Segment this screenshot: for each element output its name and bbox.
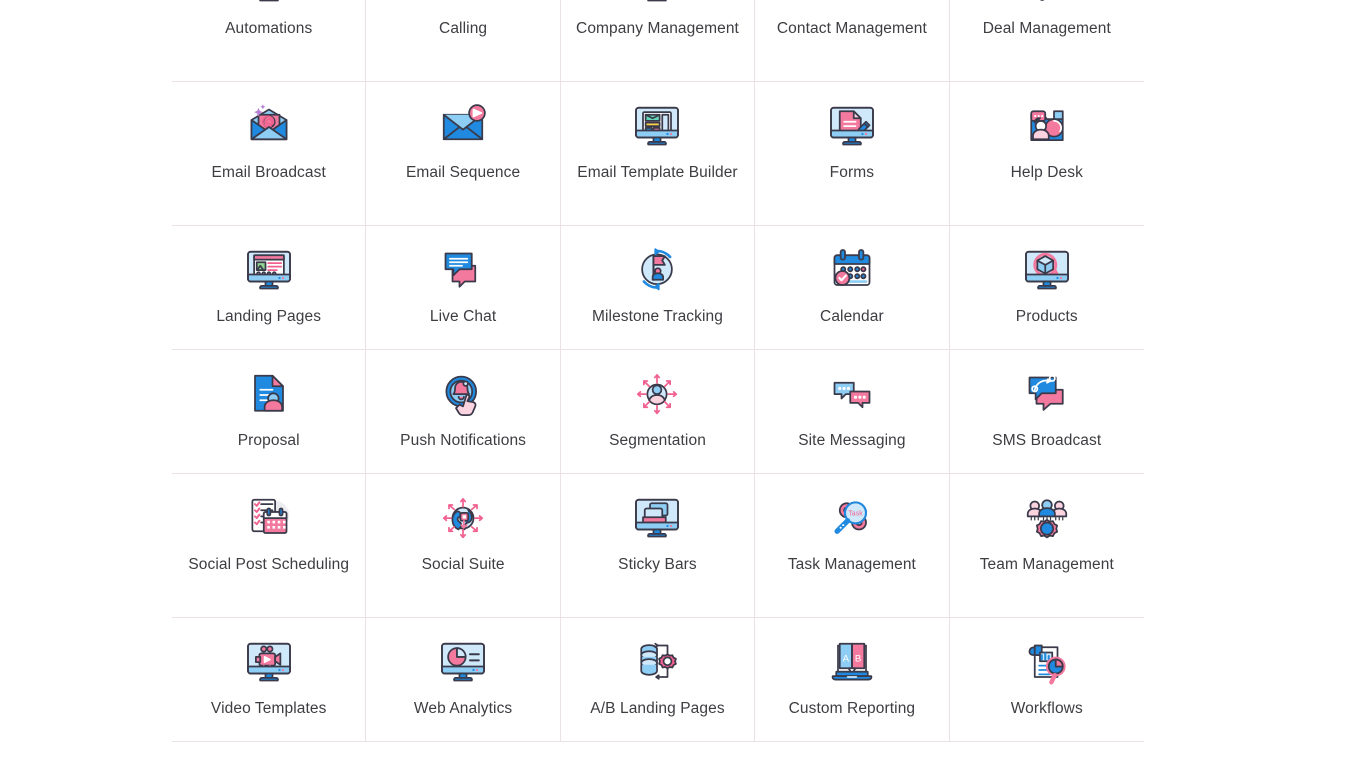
feature-cell-social-post-scheduling[interactable]: Social Post Scheduling [172, 474, 367, 618]
feature-cell-segmentation[interactable]: Segmentation [560, 350, 756, 474]
feature-label: Site Messaging [798, 432, 906, 449]
feature-cell-company-management[interactable]: Company Management [560, 0, 756, 82]
feature-cell-team-management[interactable]: Team Management [949, 474, 1144, 618]
user-arrows-icon [628, 366, 686, 424]
feature-label: Web Analytics [413, 700, 513, 717]
feature-label: Proposal [237, 432, 300, 449]
svg-text:A: A [843, 653, 850, 664]
feature-cell-push-notifications[interactable]: Push Notifications [366, 350, 561, 474]
feature-label: Milestone Tracking [591, 308, 723, 325]
feature-cell-automations[interactable]: Automations [172, 0, 367, 82]
feature-cell-live-chat[interactable]: Live Chat [366, 226, 561, 350]
feature-cell-milestone-tracking[interactable]: Milestone Tracking [560, 226, 756, 350]
feature-label: Automations [225, 20, 313, 37]
feature-cell-email-broadcast[interactable]: Email Broadcast [172, 82, 367, 226]
feature-cell-video-templates[interactable]: Video Templates [172, 618, 367, 742]
monitor-form-pencil-icon [823, 98, 881, 156]
monitor-cube-icon [1018, 242, 1076, 300]
feature-label: Company Management [576, 20, 739, 37]
monitor-video-camera-icon [240, 634, 298, 692]
feature-cell-deal-management[interactable]: Deal Management [949, 0, 1144, 82]
feature-cell-help-desk[interactable]: Help Desk [949, 82, 1144, 226]
bell-tap-icon [434, 366, 492, 424]
feature-label: Contact Management [776, 20, 927, 37]
feature-cell-forms[interactable]: Forms [755, 82, 950, 226]
calendar-check-icon [823, 242, 881, 300]
feature-cell-workflows[interactable]: Workflows [949, 618, 1144, 742]
checklist-calendar-icon [240, 490, 298, 548]
feature-label: Forms [829, 164, 875, 181]
feature-cell-landing-pages[interactable]: Landing Pages [172, 226, 367, 350]
feature-label: Calling [439, 20, 488, 37]
monitor-template-icon [628, 98, 686, 156]
feature-label: SMS Broadcast [992, 432, 1102, 449]
feature-cell-sms-broadcast[interactable]: SMS Broadcast [949, 350, 1144, 474]
feature-label: Landing Pages [216, 308, 322, 325]
svg-text:B: B [855, 653, 861, 664]
feature-cell-calendar[interactable]: Calendar [755, 226, 950, 350]
feature-label: Push Notifications [400, 432, 527, 449]
monitor-gears-icon [240, 0, 298, 12]
feature-label: Social Post Scheduling [188, 556, 350, 573]
magnifier-task-gears-icon: Task [823, 490, 881, 548]
envelope-at-sparkle-icon [240, 98, 298, 156]
feature-label: Live Chat [429, 308, 497, 325]
feature-label: Team Management [979, 556, 1114, 573]
feature-label: Social Suite [421, 556, 505, 573]
feature-label: Task Management [787, 556, 916, 573]
document-person-icon [240, 366, 298, 424]
monitor-webpage-icon [240, 242, 298, 300]
feature-cell-proposal[interactable]: Proposal [172, 350, 367, 474]
feature-label: Video Templates [210, 700, 327, 717]
monitor-two-people-icon [628, 0, 686, 12]
monitor-sticky-bar-icon [628, 490, 686, 548]
feature-cell-custom-reporting[interactable]: A B Custom Reporting [755, 618, 950, 742]
scroll-chart-magnifier-icon [1018, 634, 1076, 692]
support-folder-icon [1018, 98, 1076, 156]
feature-label: A/B Landing Pages [590, 700, 725, 717]
feature-label: Email Broadcast [211, 164, 326, 181]
ab-flow-gear-icon [628, 634, 686, 692]
feature-grid-page: Automations Calling Company Management Cont… [0, 0, 1351, 760]
handshake-icon [1018, 0, 1076, 12]
feature-label: Help Desk [1010, 164, 1083, 181]
people-gear-icon [1018, 490, 1076, 548]
feature-cell-a-b-landing-pages[interactable]: A/B Landing Pages [560, 618, 756, 742]
sms-bubbles-icon [1018, 366, 1076, 424]
feature-label: Products [1015, 308, 1078, 325]
feature-label: Email Template Builder [577, 164, 738, 181]
feature-cell-sticky-bars[interactable]: Sticky Bars [560, 474, 756, 618]
feature-label: Email Sequence [405, 164, 521, 181]
feature-cell-contact-management[interactable]: Contact Management [755, 0, 950, 82]
feature-label: Workflows [1010, 700, 1083, 717]
feature-grid: Automations Calling Company Management Cont… [172, 0, 1144, 742]
feature-cell-site-messaging[interactable]: Site Messaging [755, 350, 950, 474]
feature-label: Deal Management [982, 20, 1111, 37]
phone-receiver-icon [434, 0, 492, 12]
feature-label: Calendar [820, 308, 884, 325]
svg-text:Task: Task [848, 511, 863, 518]
two-contacts-icon [823, 0, 881, 12]
globe-arrows-icon [434, 490, 492, 548]
feature-cell-task-management[interactable]: Task Task Management [755, 474, 950, 618]
feature-label: Custom Reporting [788, 700, 916, 717]
feature-label: Segmentation [609, 432, 706, 449]
feature-cell-web-analytics[interactable]: Web Analytics [366, 618, 561, 742]
flag-cycle-icon [628, 242, 686, 300]
monitor-pie-chart-icon [434, 634, 492, 692]
feature-label: Sticky Bars [618, 556, 697, 573]
feature-cell-calling[interactable]: Calling [366, 0, 561, 82]
feature-cell-email-sequence[interactable]: Email Sequence [366, 82, 561, 226]
two-chat-dots-icon [823, 366, 881, 424]
laptop-ab-book-icon: AB [823, 634, 881, 692]
feature-cell-email-template-builder[interactable]: Email Template Builder [560, 82, 756, 226]
chat-bubbles-icon [434, 242, 492, 300]
feature-cell-social-suite[interactable]: Social Suite [366, 474, 561, 618]
envelope-send-icon [434, 98, 492, 156]
feature-cell-products[interactable]: Products [949, 226, 1144, 350]
